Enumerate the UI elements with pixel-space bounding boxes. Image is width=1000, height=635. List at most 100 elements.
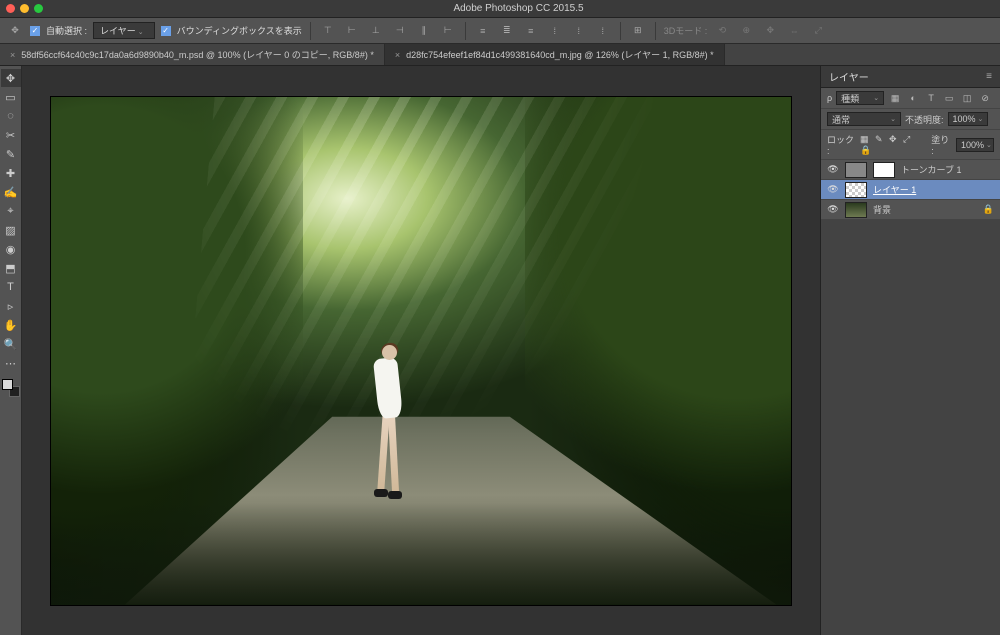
- close-tab-icon[interactable]: ×: [395, 50, 400, 60]
- align-vcenter-icon[interactable]: ⊢: [343, 22, 361, 40]
- dodge-tool[interactable]: ⬒: [1, 259, 21, 277]
- 3d-slide-icon[interactable]: ⇔: [785, 22, 803, 40]
- gradient-tool[interactable]: ◉: [1, 240, 21, 258]
- fill-field[interactable]: 100%⌄: [956, 138, 994, 152]
- healing-tool[interactable]: ✚: [1, 164, 21, 182]
- document-canvas[interactable]: [51, 97, 791, 605]
- layer-thumb[interactable]: [845, 162, 867, 178]
- close-tab-icon[interactable]: ×: [10, 50, 15, 60]
- foreground-color[interactable]: [2, 379, 13, 390]
- align-top-edges-icon[interactable]: ⊤: [319, 22, 337, 40]
- canvas-content: [51, 503, 791, 605]
- filter-smart-icon[interactable]: ◫: [960, 91, 974, 105]
- distribute-hcenter-icon[interactable]: ⁞: [570, 22, 588, 40]
- distribute-top-icon[interactable]: ≡: [474, 22, 492, 40]
- window-controls: [6, 4, 43, 13]
- document-tab-label: 58df56ccf64c40c9c17da0a6d9890b40_m.psd @…: [21, 48, 374, 61]
- minimize-window-button[interactable]: [20, 4, 29, 13]
- auto-align-icon[interactable]: ⊞: [629, 22, 647, 40]
- align-left-edges-icon[interactable]: ⊣: [391, 22, 409, 40]
- eraser-tool[interactable]: ▨: [1, 221, 21, 239]
- filter-shape-icon[interactable]: ▭: [942, 91, 956, 105]
- auto-select-label: 自動選択 :: [46, 24, 87, 37]
- align-hcenter-icon[interactable]: ∥: [415, 22, 433, 40]
- move-tool[interactable]: ✥: [1, 69, 21, 87]
- canvas-content: [362, 345, 410, 550]
- stamp-tool[interactable]: ⌖: [1, 202, 21, 220]
- visibility-toggle-icon[interactable]: 👁: [827, 204, 839, 215]
- align-right-edges-icon[interactable]: ⊢: [439, 22, 457, 40]
- document-tab-label: d28fc754efeef1ef84d1c499381640cd_m.jpg @…: [406, 48, 714, 61]
- lock-icons[interactable]: ▦ ✎ ✥ ⤢ 🔒: [860, 134, 923, 156]
- layer-row[interactable]: 👁 トーンカーブ 1: [821, 160, 1000, 180]
- separator: [620, 22, 621, 40]
- filter-image-icon[interactable]: ▦: [888, 91, 902, 105]
- canvas-content: [183, 97, 658, 453]
- filter-adjust-icon[interactable]: ◐: [906, 91, 920, 105]
- layer-mask-thumb[interactable]: [873, 162, 895, 178]
- layer-thumb[interactable]: [845, 202, 867, 218]
- title-bar: Adobe Photoshop CC 2015.5: [0, 0, 1000, 18]
- layer-filter-row: ρ 種類⌄ ▦ ◐ T ▭ ◫ ⊘: [821, 88, 1000, 109]
- show-bbox-checkbox[interactable]: ✓: [161, 26, 171, 36]
- auto-select-target-dropdown[interactable]: レイヤー⌄: [93, 22, 155, 39]
- layer-thumb[interactable]: [845, 182, 867, 198]
- layers-panel-tab[interactable]: レイヤー ≡: [821, 66, 1000, 88]
- brush-tool[interactable]: ✍: [1, 183, 21, 201]
- layers-panel-title: レイヤー: [829, 69, 869, 84]
- layer-name[interactable]: 背景: [873, 203, 977, 216]
- move-tool-icon: ✥: [6, 22, 24, 40]
- tools-panel: ✥ ▭ ◌ ✂ ✎ ✚ ✍ ⌖ ▨ ◉ ⬒ T ▹ ✋ 🔍 ⋯: [0, 66, 22, 635]
- show-bbox-label: バウンディングボックスを表示: [177, 24, 302, 37]
- visibility-toggle-icon[interactable]: 👁: [827, 164, 839, 175]
- layer-name[interactable]: レイヤー 1: [873, 183, 994, 196]
- document-tabs: × 58df56ccf64c40c9c17da0a6d9890b40_m.psd …: [0, 44, 1000, 66]
- 3d-scale-icon[interactable]: ⤢: [809, 22, 827, 40]
- zoom-window-button[interactable]: [34, 4, 43, 13]
- type-tool[interactable]: T: [1, 278, 21, 296]
- lock-label: ロック :: [827, 133, 856, 156]
- marquee-tool[interactable]: ▭: [1, 88, 21, 106]
- eyedropper-tool[interactable]: ✎: [1, 145, 21, 163]
- fill-label: 塗り :: [931, 133, 952, 156]
- app-title: Adobe Photoshop CC 2015.5: [43, 3, 994, 14]
- close-window-button[interactable]: [6, 4, 15, 13]
- edit-toolbar-button[interactable]: ⋯: [1, 354, 21, 372]
- panel-menu-icon[interactable]: ≡: [986, 71, 992, 82]
- filter-toggle[interactable]: ⊘: [978, 91, 992, 105]
- panels-dock: レイヤー ≡ ρ 種類⌄ ▦ ◐ T ▭ ◫ ⊘ 通常⌄ 不透明度: 100%⌄…: [820, 66, 1000, 635]
- options-bar: ✥ ✓ 自動選択 : レイヤー⌄ ✓ バウンディングボックスを表示 ⊤ ⊢ ⊥ …: [0, 18, 1000, 44]
- 3d-pan-icon[interactable]: ✥: [761, 22, 779, 40]
- layer-row[interactable]: 👁 背景 🔒: [821, 200, 1000, 220]
- blend-mode-dropdown[interactable]: 通常⌄: [827, 112, 901, 126]
- visibility-toggle-icon[interactable]: 👁: [827, 184, 839, 195]
- auto-select-checkbox[interactable]: ✓: [30, 26, 40, 36]
- lock-fill-row: ロック : ▦ ✎ ✥ ⤢ 🔒 塗り : 100%⌄: [821, 130, 1000, 160]
- path-tool[interactable]: ▹: [1, 297, 21, 315]
- layer-name[interactable]: トーンカーブ 1: [901, 163, 994, 176]
- zoom-tool[interactable]: 🔍: [1, 335, 21, 353]
- distribute-vcenter-icon[interactable]: ≣: [498, 22, 516, 40]
- distribute-bottom-icon[interactable]: ≡: [522, 22, 540, 40]
- separator: [655, 22, 656, 40]
- separator: [465, 22, 466, 40]
- color-swatches[interactable]: [2, 379, 20, 397]
- opacity-field[interactable]: 100%⌄: [948, 112, 989, 126]
- hand-tool[interactable]: ✋: [1, 316, 21, 334]
- distribute-right-icon[interactable]: ⁞: [594, 22, 612, 40]
- 3d-roll-icon[interactable]: ⊕: [737, 22, 755, 40]
- panel-empty-area: [821, 220, 1000, 635]
- document-tab[interactable]: × 58df56ccf64c40c9c17da0a6d9890b40_m.psd …: [0, 44, 385, 65]
- lasso-tool[interactable]: ◌: [1, 107, 21, 125]
- layer-list: 👁 トーンカーブ 1 👁 レイヤー 1 👁 背景 🔒: [821, 160, 1000, 220]
- layer-row[interactable]: 👁 レイヤー 1: [821, 180, 1000, 200]
- filter-type-icon[interactable]: T: [924, 91, 938, 105]
- align-bottom-edges-icon[interactable]: ⊥: [367, 22, 385, 40]
- canvas-area[interactable]: [22, 66, 820, 635]
- document-tab[interactable]: × d28fc754efeef1ef84d1c499381640cd_m.jpg …: [385, 44, 725, 65]
- 3d-orbit-icon[interactable]: ⟲: [713, 22, 731, 40]
- distribute-left-icon[interactable]: ⁞: [546, 22, 564, 40]
- filter-kind-dropdown[interactable]: 種類⌄: [836, 91, 884, 105]
- separator: [310, 22, 311, 40]
- crop-tool[interactable]: ✂: [1, 126, 21, 144]
